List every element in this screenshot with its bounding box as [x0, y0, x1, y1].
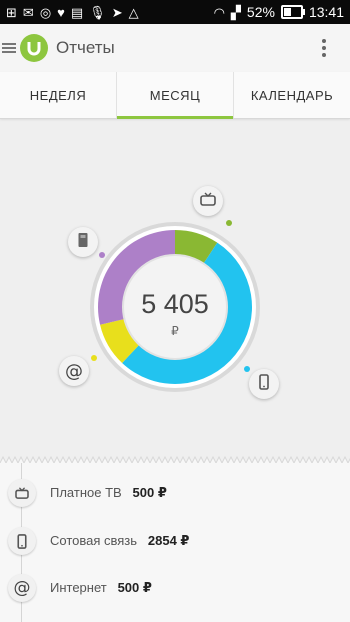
list-item-mobile[interactable]: Сотовая связь 2854 ₽ [0, 523, 350, 559]
telegram-icon: ➤ [111, 4, 123, 20]
menu-icon[interactable] [2, 43, 16, 53]
category-name: Сотовая связь [50, 533, 138, 548]
tab-week[interactable]: НЕДЕЛЯ [0, 72, 117, 118]
status-bar: ⊞ ✉ ◎ ♥ ▤ 🎙 ➤ △ ◠ ▞ 52% 13:41 [0, 0, 350, 24]
period-tabs: НЕДЕЛЯ МЕСЯЦ КАЛЕНДАРЬ [0, 72, 350, 119]
list-item-tv[interactable]: Платное ТВ 500 ₽ [0, 475, 350, 511]
category-amount: 500 ₽ [117, 580, 152, 595]
wifi-icon: ◠ [213, 4, 225, 20]
chart-mobile-bubble[interactable] [249, 369, 279, 399]
clock: 13:41 [308, 4, 344, 20]
tab-month[interactable]: МЕСЯЦ [117, 72, 234, 119]
tv-dot [226, 220, 232, 226]
chart-other-bubble[interactable] [68, 227, 98, 257]
zigzag-divider [0, 455, 350, 463]
chart-tv-bubble[interactable] [193, 186, 223, 216]
notification-add-icon: ⊞ [6, 4, 17, 20]
tv-icon [200, 192, 216, 211]
overflow-menu-icon[interactable] [322, 39, 326, 57]
list-item-text: Сотовая связь 2854 ₽ [50, 533, 189, 549]
list-item-text: Интернет 500 ₽ [50, 580, 152, 596]
battery-percent: 52% [246, 4, 275, 20]
mic-icon: 🎙 [89, 4, 106, 20]
tab-calendar[interactable]: КАЛЕНДАРЬ [234, 72, 350, 118]
at-icon: @ [65, 360, 83, 382]
category-name: Интернет [50, 580, 107, 595]
internet-dot [91, 355, 97, 361]
battery-icon [280, 5, 305, 19]
expenses-chart: 5 405 ₽ @ [0, 119, 350, 459]
category-amount: 500 ₽ [132, 485, 167, 500]
tv-icon [8, 479, 36, 507]
keyboard-icon: ▤ [70, 4, 84, 20]
category-amount: 2854 ₽ [147, 533, 190, 548]
phone-icon [8, 527, 36, 555]
app-logo[interactable] [20, 34, 48, 62]
notification-message-icon: ✉ [22, 4, 34, 20]
device-icon [77, 232, 89, 253]
app-bar: Отчеты [0, 24, 350, 72]
list-item-internet[interactable]: @ Интернет 500 ₽ [0, 570, 350, 606]
notification-update-icon: ◎ [39, 4, 52, 20]
total-currency: ₽ [171, 324, 179, 338]
total-amount: 5 405 [141, 289, 209, 319]
warning-icon: △ [128, 4, 139, 20]
at-icon: @ [8, 574, 36, 602]
twitter-icon: ♥ [57, 4, 65, 20]
page-title: Отчеты [56, 38, 115, 57]
expenses-list: Платное ТВ 500 ₽ Сотовая связь 2854 ₽ @ … [0, 463, 350, 622]
phone-icon [259, 373, 269, 395]
list-item-text: Платное ТВ 500 ₽ [50, 485, 167, 501]
signal-icon: ▞ [230, 4, 241, 20]
chart-internet-bubble[interactable]: @ [59, 356, 89, 386]
other-dot [99, 252, 105, 258]
category-name: Платное ТВ [50, 485, 122, 500]
mobile-dot [244, 366, 250, 372]
